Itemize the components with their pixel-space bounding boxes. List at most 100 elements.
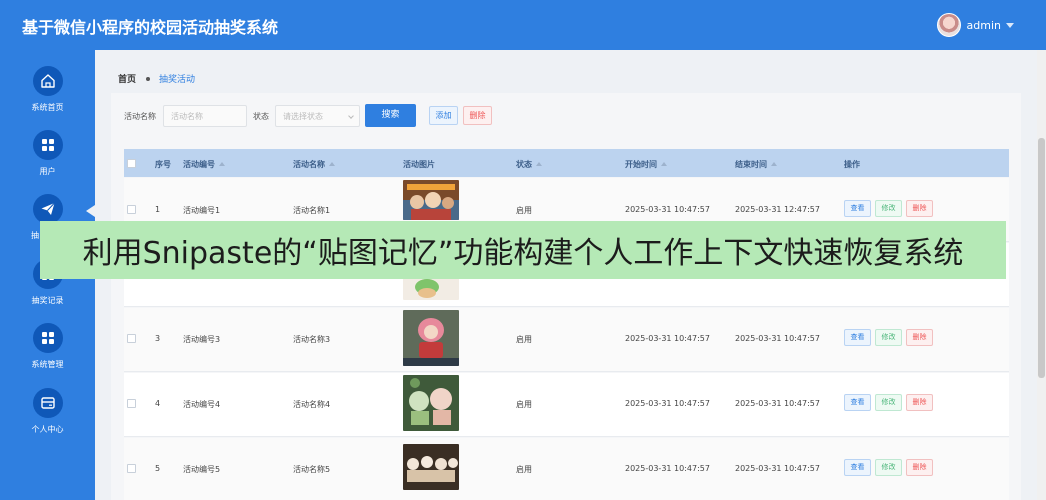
sidebar-item-home[interactable]: 系统首页 bbox=[0, 66, 95, 124]
col-end[interactable]: 结束时间 bbox=[735, 159, 777, 170]
col-actions: 操作 bbox=[844, 160, 860, 169]
delete-button[interactable]: 删除 bbox=[906, 459, 933, 476]
cell-code: 活动编号3 bbox=[183, 335, 221, 344]
row-checkbox[interactable] bbox=[127, 464, 136, 473]
col-code[interactable]: 活动编号 bbox=[183, 159, 225, 170]
edit-button[interactable]: 修改 bbox=[875, 394, 902, 411]
bulk-delete-button[interactable]: 删除 bbox=[463, 106, 492, 125]
add-button[interactable]: 添加 bbox=[429, 106, 458, 125]
sidebar-item-label: 系统首页 bbox=[31, 103, 64, 112]
breadcrumb: 首页 抽奖活动 bbox=[118, 72, 195, 85]
activity-image[interactable] bbox=[403, 375, 459, 431]
cell-start-time: 2025-03-31 10:47:57 bbox=[625, 334, 710, 343]
cell-start-time: 2025-03-31 10:47:57 bbox=[625, 464, 710, 473]
cell-start-time: 2025-03-31 10:47:57 bbox=[625, 205, 710, 214]
sort-icon[interactable] bbox=[329, 162, 335, 166]
col-status-label: 状态 bbox=[516, 160, 532, 169]
select-all-checkbox[interactable] bbox=[127, 159, 136, 168]
sidebar-item-label: 个人中心 bbox=[31, 425, 64, 434]
cell-index: 1 bbox=[155, 205, 161, 214]
sidebar-item-users[interactable]: 用户 bbox=[0, 130, 95, 188]
breadcrumb-home[interactable]: 首页 bbox=[118, 72, 136, 85]
col-end-label: 结束时间 bbox=[735, 160, 767, 169]
breadcrumb-separator bbox=[146, 76, 151, 81]
grid-icon bbox=[32, 323, 63, 353]
col-index: 序号 bbox=[155, 160, 171, 169]
sidebar-item-profile[interactable]: 个人中心 bbox=[0, 388, 95, 446]
row-checkbox[interactable] bbox=[127, 205, 136, 214]
activity-image[interactable] bbox=[403, 444, 459, 490]
table-row: 5 活动编号5 活动名称5 启用 2025-03-31 10:47:57 202… bbox=[124, 438, 1009, 500]
search-button[interactable]: 搜索 bbox=[365, 104, 416, 127]
active-nav-pointer bbox=[86, 205, 95, 217]
activity-name-input[interactable]: 活动名称 bbox=[163, 105, 247, 127]
app-title: 基于微信小程序的校园活动抽奖系统 bbox=[22, 18, 279, 37]
view-button[interactable]: 查看 bbox=[844, 459, 871, 476]
status-label: 状态 bbox=[253, 112, 269, 121]
user-menu[interactable]: admin bbox=[936, 13, 1014, 37]
cell-start-time: 2025-03-31 10:47:57 bbox=[625, 399, 710, 408]
cell-name: 活动名称5 bbox=[293, 465, 331, 474]
sort-icon[interactable] bbox=[219, 162, 225, 166]
col-start[interactable]: 开始时间 bbox=[625, 159, 667, 170]
delete-button[interactable]: 删除 bbox=[906, 200, 933, 217]
cell-end-time: 2025-03-31 10:47:57 bbox=[735, 334, 820, 343]
cell-name: 活动名称4 bbox=[293, 400, 331, 409]
activity-image[interactable] bbox=[403, 180, 459, 220]
paper-plane-icon bbox=[32, 194, 63, 224]
grid-icon bbox=[32, 130, 63, 160]
wallet-icon bbox=[32, 388, 63, 418]
sort-icon[interactable] bbox=[536, 162, 542, 166]
edit-button[interactable]: 修改 bbox=[875, 200, 902, 217]
cell-index: 4 bbox=[155, 399, 161, 408]
cell-name: 活动名称1 bbox=[293, 206, 331, 215]
chevron-down-icon bbox=[348, 113, 354, 119]
col-status[interactable]: 状态 bbox=[516, 159, 542, 170]
caret-down-icon[interactable] bbox=[1006, 22, 1014, 28]
status-select[interactable]: 请选择状态 bbox=[275, 105, 360, 127]
scrollbar-thumb[interactable] bbox=[1038, 138, 1045, 378]
banner-text: 利用Snipaste的“贴图记忆”功能构建个人工作上下文快速恢复系统 bbox=[82, 236, 964, 271]
top-header: 基于微信小程序的校园活动抽奖系统 admin bbox=[0, 0, 1046, 50]
cell-end-time: 2025-03-31 10:47:57 bbox=[735, 464, 820, 473]
col-name-label: 活动名称 bbox=[293, 160, 325, 169]
cell-code: 活动编号1 bbox=[183, 206, 221, 215]
breadcrumb-current: 抽奖活动 bbox=[159, 75, 196, 85]
sidebar-item-label: 系统管理 bbox=[31, 360, 64, 369]
view-button[interactable]: 查看 bbox=[844, 200, 871, 217]
cell-status: 启用 bbox=[516, 465, 532, 474]
view-button[interactable]: 查看 bbox=[844, 329, 871, 346]
col-start-label: 开始时间 bbox=[625, 160, 657, 169]
page-scrollbar[interactable] bbox=[1037, 50, 1046, 500]
table-row: 3 活动编号3 活动名称3 启用 2025-03-31 10:47:57 202… bbox=[124, 308, 1009, 372]
title-banner-overlay: 利用Snipaste的“贴图记忆”功能构建个人工作上下文快速恢复系统 bbox=[40, 221, 1006, 279]
avatar[interactable] bbox=[936, 13, 961, 37]
row-checkbox[interactable] bbox=[127, 399, 136, 408]
sidebar-item-label: 用户 bbox=[39, 167, 56, 176]
sidebar-item-system[interactable]: 系统管理 bbox=[0, 323, 95, 381]
cell-status: 启用 bbox=[516, 400, 532, 409]
delete-button[interactable]: 删除 bbox=[906, 329, 933, 346]
cell-index: 3 bbox=[155, 334, 161, 343]
col-code-label: 活动编号 bbox=[183, 160, 215, 169]
col-image: 活动图片 bbox=[403, 160, 435, 169]
row-checkbox[interactable] bbox=[127, 334, 136, 343]
cell-index: 5 bbox=[155, 464, 161, 473]
sort-icon[interactable] bbox=[661, 162, 667, 166]
col-name[interactable]: 活动名称 bbox=[293, 159, 335, 170]
cell-code: 活动编号4 bbox=[183, 400, 221, 409]
cell-code: 活动编号5 bbox=[183, 465, 221, 474]
activity-image[interactable] bbox=[403, 310, 459, 366]
view-button[interactable]: 查看 bbox=[844, 394, 871, 411]
username[interactable]: admin bbox=[967, 19, 1001, 32]
delete-button[interactable]: 删除 bbox=[906, 394, 933, 411]
table-header: 序号 活动编号 活动名称 活动图片 状态 开始时间 结束时间 操作 bbox=[124, 149, 1009, 177]
edit-button[interactable]: 修改 bbox=[875, 329, 902, 346]
sort-icon[interactable] bbox=[771, 162, 777, 166]
cell-status: 启用 bbox=[516, 335, 532, 344]
status-select-placeholder: 请选择状态 bbox=[283, 112, 323, 121]
edit-button[interactable]: 修改 bbox=[875, 459, 902, 476]
activity-name-label: 活动名称 bbox=[124, 112, 156, 121]
home-icon bbox=[32, 66, 63, 96]
cell-status: 启用 bbox=[516, 206, 532, 215]
